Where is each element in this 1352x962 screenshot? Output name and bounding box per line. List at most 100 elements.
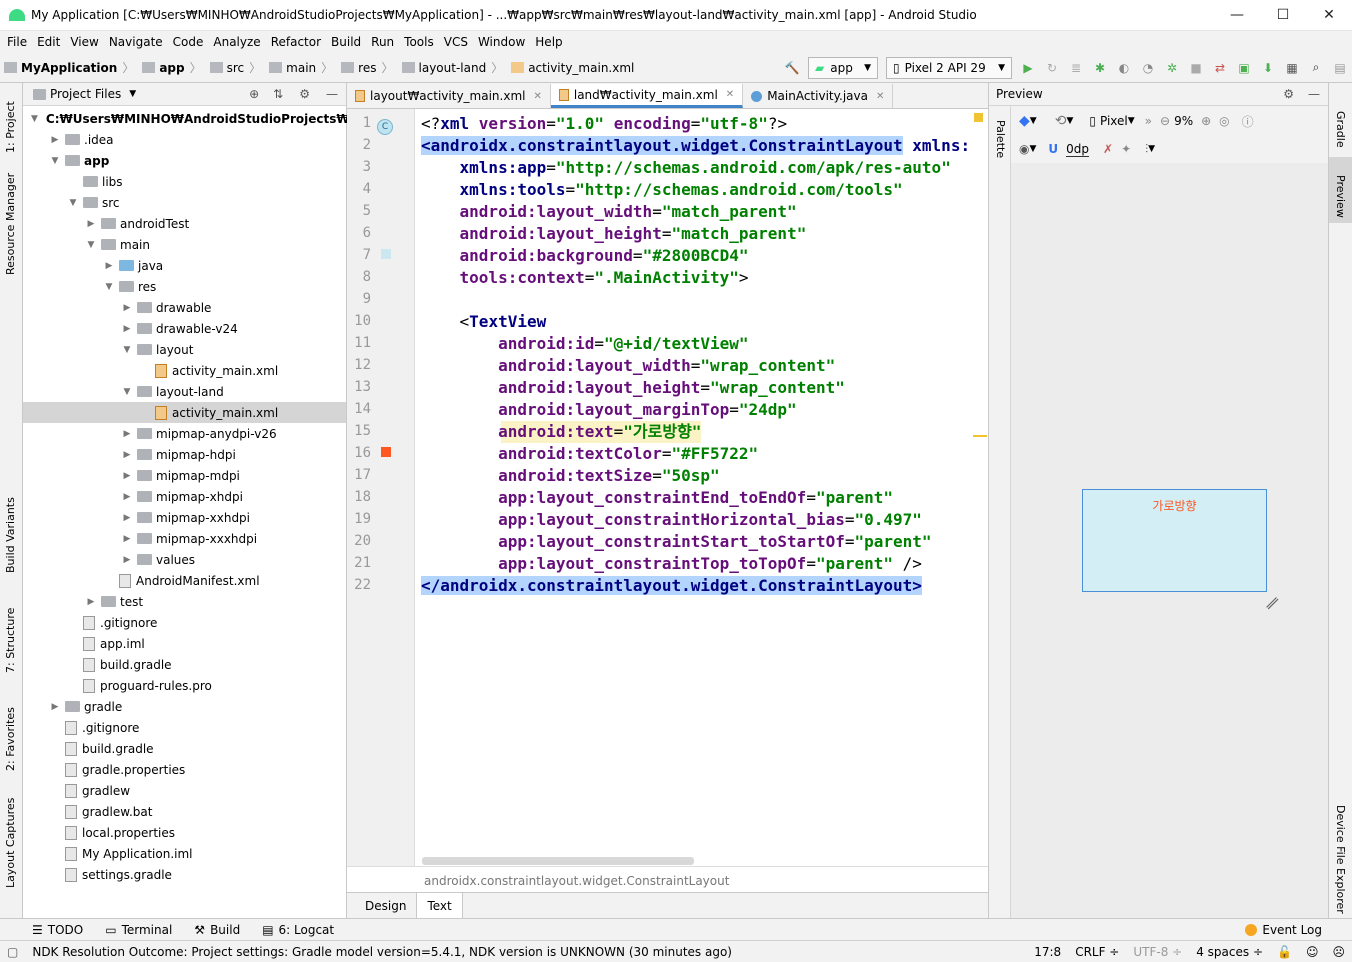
breadcrumb-src[interactable]: src 〉 [206, 59, 266, 76]
collapse-arrow-icon[interactable]: ▶ [121, 513, 133, 523]
layout-inspector-icon[interactable]: ▤ [1332, 60, 1348, 76]
tree-item[interactable]: ▶ values [23, 549, 346, 570]
expand-arrow-icon[interactable]: ▼ [103, 282, 115, 292]
tree-item[interactable]: ▼ app [23, 150, 346, 171]
code-line[interactable]: android:layout_height="wrap_content" [421, 377, 845, 399]
expand-arrow-icon[interactable]: ▼ [49, 156, 61, 166]
sdk-manager-icon[interactable]: ⬇ [1260, 60, 1276, 76]
hide-icon[interactable]: — [1308, 87, 1320, 101]
collapse-arrow-icon[interactable]: ▶ [85, 597, 97, 607]
layers-icon[interactable]: ◆ [1019, 113, 1030, 129]
class-marker-icon[interactable]: C [377, 119, 393, 135]
hide-icon[interactable]: — [326, 87, 338, 101]
layout-captures-tool-button[interactable]: Layout Captures [4, 798, 17, 888]
project-tool-button[interactable]: 1: Project [4, 101, 17, 153]
tree-item[interactable]: AndroidManifest.xml [23, 570, 346, 591]
tree-item[interactable]: local.properties [23, 822, 346, 843]
tree-item[interactable]: activity_main.xml [23, 360, 346, 381]
tab-main-activity-java[interactable]: MainActivity.java ✕ [743, 84, 894, 108]
code-line[interactable]: app:layout_constraintHorizontal_bias="0.… [421, 509, 922, 531]
gradle-tool-button[interactable]: Gradle [1334, 111, 1347, 148]
close-button[interactable]: ✕ [1306, 0, 1352, 31]
code-line[interactable]: app:layout_constraintEnd_toEndOf="parent… [421, 487, 893, 509]
breadcrumb-layout-land[interactable]: layout-land 〉 [398, 59, 508, 76]
collapse-arrow-icon[interactable]: ▶ [121, 324, 133, 334]
tree-item[interactable]: ▶ mipmap-xxhdpi [23, 507, 346, 528]
more-icon[interactable]: » [1145, 114, 1152, 128]
tree-item[interactable]: ▶ java [23, 255, 346, 276]
tree-item[interactable]: ▶ drawable-v24 [23, 318, 346, 339]
menu-help[interactable]: Help [530, 35, 567, 49]
menu-code[interactable]: Code [168, 35, 209, 49]
tree-item[interactable]: ▶ gradle [23, 696, 346, 717]
device-preview[interactable]: 가로방향 [1082, 489, 1267, 592]
menu-analyze[interactable]: Analyze [208, 35, 265, 49]
code-line[interactable]: xmlns:tools="http://schemas.android.com/… [421, 179, 903, 201]
coverage-icon[interactable]: ◐ [1116, 60, 1132, 76]
lock-icon[interactable]: 🔓 [1270, 945, 1299, 959]
close-tab-icon[interactable]: ✕ [726, 89, 734, 100]
tree-item[interactable]: activity_main.xml [23, 402, 346, 423]
tree-item[interactable]: gradle.properties [23, 759, 346, 780]
menu-window[interactable]: Window [473, 35, 530, 49]
magnet-icon[interactable]: U [1048, 142, 1058, 156]
expand-arrow-icon[interactable]: ▼ [85, 240, 97, 250]
code-line[interactable]: app:layout_constraintTop_toTopOf="parent… [421, 553, 922, 575]
code-line[interactable]: <androidx.constraintlayout.widget.Constr… [421, 135, 970, 157]
breadcrumb-file[interactable]: activity_main.xml [507, 61, 638, 75]
tree-item[interactable]: ▼ C:₩Users₩MINHO₩AndroidStudioProjects₩My… [23, 108, 387, 129]
tree-item[interactable]: ▼ main [23, 234, 346, 255]
expand-arrow-icon[interactable]: ▼ [67, 198, 79, 208]
code-area[interactable]: <?xml version="1.0" encoding="utf-8"?> <a… [417, 109, 988, 866]
orientation-icon[interactable]: ⟲ [1055, 113, 1067, 129]
code-line[interactable]: android:layout_width="wrap_content" [421, 355, 835, 377]
build-variants-tool-button[interactable]: Build Variants [4, 497, 17, 573]
run-icon[interactable]: ▶ [1020, 60, 1036, 76]
locate-icon[interactable]: ⊕ [249, 87, 259, 101]
code-line[interactable]: android:layout_height="match_parent" [421, 223, 807, 245]
warning-marker-icon[interactable] [974, 113, 983, 122]
indent-setting[interactable]: 4 spaces ÷ [1189, 945, 1270, 959]
tree-item[interactable]: ▼ res [23, 276, 346, 297]
terminal-tool-button[interactable]: ▭ Terminal [93, 923, 182, 937]
tree-item[interactable]: ▼ layout-land [23, 381, 346, 402]
tree-item[interactable]: ▶ mipmap-xxxhdpi [23, 528, 346, 549]
palette-tool-button[interactable]: Palette [994, 120, 1007, 158]
code-line[interactable]: android:layout_width="match_parent" [421, 201, 797, 223]
close-tab-icon[interactable]: ✕ [876, 91, 884, 102]
collapse-arrow-icon[interactable]: ▶ [121, 303, 133, 313]
make-project-icon[interactable]: 🔨 [784, 60, 800, 76]
file-encoding[interactable]: UTF-8 ÷ [1126, 945, 1189, 959]
breadcrumb-res[interactable]: res 〉 [337, 59, 397, 76]
stop-icon[interactable]: ■ [1188, 60, 1204, 76]
tree-item[interactable]: ▶ mipmap-xhdpi [23, 486, 346, 507]
favorites-tool-button[interactable]: 2: Favorites [4, 707, 17, 771]
tree-item[interactable]: settings.gradle [23, 864, 346, 885]
happy-face-icon[interactable]: ☺ [1299, 945, 1326, 959]
tree-item[interactable]: gradlew.bat [23, 801, 346, 822]
code-line[interactable]: <?xml version="1.0" encoding="utf-8"?> [421, 113, 787, 135]
code-line[interactable]: tools:context=".MainActivity"> [421, 267, 749, 289]
status-message[interactable]: NDK Resolution Outcome: Project settings… [25, 945, 1027, 959]
zoom-fit-icon[interactable]: ◎ [1219, 114, 1229, 128]
tree-item[interactable]: ▶ .idea [23, 129, 346, 150]
logcat-tool-button[interactable]: ▤ 6: Logcat [250, 923, 344, 937]
tree-item[interactable]: gradlew [23, 780, 346, 801]
menu-vcs[interactable]: VCS [439, 35, 473, 49]
text-tab[interactable]: Text [416, 893, 463, 918]
tree-item[interactable]: ▼ layout [23, 339, 346, 360]
resize-handle-icon[interactable]: ‖ [1264, 595, 1280, 611]
caret-position[interactable]: 17:8 [1027, 945, 1068, 959]
menu-run[interactable]: Run [366, 35, 399, 49]
expand-arrow-icon[interactable]: ▼ [31, 114, 38, 124]
tree-item[interactable]: .gitignore [23, 612, 346, 633]
sad-face-icon[interactable]: ☹ [1325, 945, 1352, 959]
code-line[interactable]: <TextView [421, 311, 547, 333]
tree-item[interactable]: ▶ mipmap-hdpi [23, 444, 346, 465]
build-tool-button[interactable]: ⚒ Build [182, 923, 250, 937]
menu-edit[interactable]: Edit [32, 35, 65, 49]
event-log-tool-button[interactable]: Event Log [1233, 923, 1352, 937]
design-canvas[interactable]: 가로방향 ‖ [1011, 163, 1329, 918]
menu-tools[interactable]: Tools [399, 35, 439, 49]
tree-item[interactable]: ▶ mipmap-mdpi [23, 465, 346, 486]
